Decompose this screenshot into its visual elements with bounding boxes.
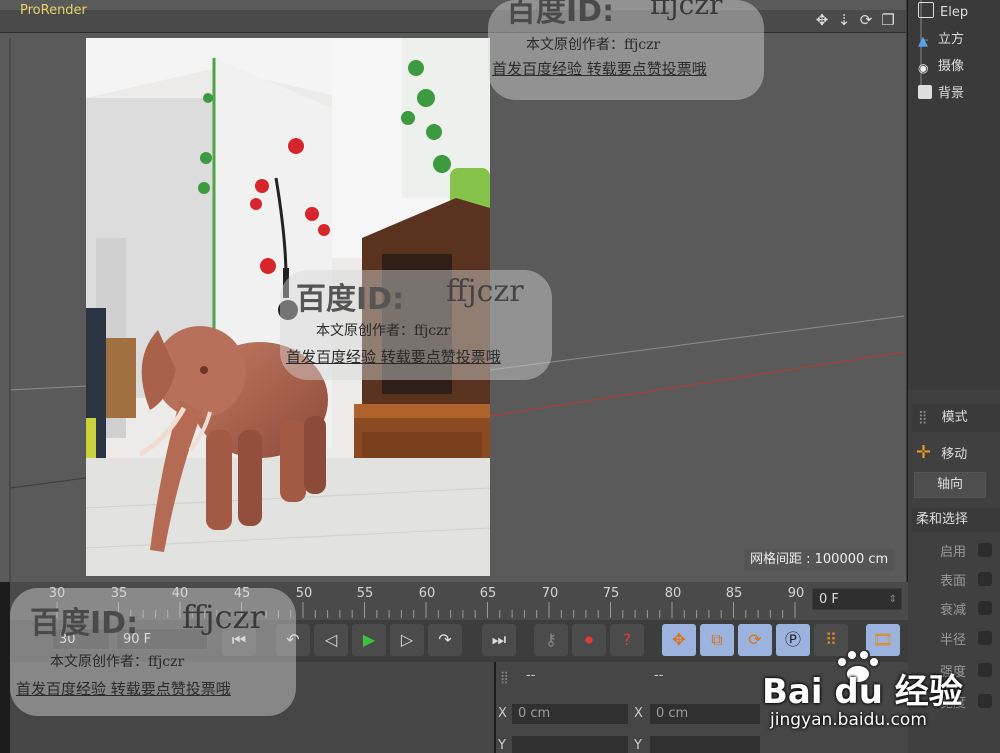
tick-label: 90: [787, 586, 805, 601]
move-tool-icon: ✛: [916, 442, 932, 463]
axis-tab-button[interactable]: 轴向: [914, 472, 986, 498]
coord-y-label: Y: [634, 738, 642, 753]
dots-grid-icon: ⠿: [825, 630, 837, 649]
go-to-end-button[interactable]: ⏭: [482, 624, 516, 656]
tick-label: 75: [602, 586, 620, 601]
move-tool-row[interactable]: ✛ 移动: [912, 440, 1000, 466]
watermark-notice: 首发百度经验 转载要点赞投票哦: [286, 348, 501, 366]
mode-menu[interactable]: 模式: [942, 410, 968, 425]
position-x-field[interactable]: 0 cm: [512, 704, 628, 724]
grid-spacing-label: 网格间距 : 100000 cm: [744, 549, 895, 571]
cube-icon: ▲: [918, 34, 928, 49]
next-key-icon: ↷: [438, 630, 452, 649]
prev-frame-button[interactable]: ◁: [314, 624, 348, 656]
prev-frame-icon: ◁: [324, 630, 338, 649]
attr-falloff-label: 衰减: [940, 603, 967, 618]
move-key-button[interactable]: ✥: [662, 624, 696, 656]
tick-label: 55: [356, 586, 374, 601]
baidu-url: jingyan.baidu.com: [770, 710, 927, 730]
next-frame-icon: ▷: [400, 630, 414, 649]
attr-falloff-field[interactable]: [978, 601, 992, 615]
key-icon: ⚷: [545, 630, 557, 649]
object-row[interactable]: ▲ 立方: [918, 30, 964, 50]
object-row[interactable]: 背景: [918, 84, 964, 104]
attr-radius-field[interactable]: [978, 631, 992, 645]
soft-selection-header[interactable]: 柔和选择: [912, 508, 1000, 532]
play-icon: ▶: [362, 630, 376, 649]
scale-key-button[interactable]: ⧉: [700, 624, 734, 656]
watermark-name: ffjczr: [446, 274, 524, 309]
attr-enable-checkbox[interactable]: [978, 543, 992, 557]
attr-enable-label: 启用: [940, 545, 967, 560]
current-frame-field[interactable]: 0 F ⇕: [812, 588, 902, 610]
tick-label: 80: [664, 586, 682, 601]
grip-icon: ⣿: [918, 410, 928, 425]
record-icon: ⏺: [584, 630, 593, 649]
baidu-brand-text: Bai du 经验: [762, 672, 963, 712]
attr-width-field[interactable]: [978, 694, 992, 708]
key-help-button[interactable]: ?: [610, 624, 644, 656]
baidu-logo: Bai du 经验 jingyan.baidu.com: [762, 650, 963, 740]
coord-x-label: X: [498, 706, 507, 721]
coord-x-label: X: [634, 706, 643, 721]
p-icon: Ⓟ: [784, 630, 801, 649]
watermark-id: 百度ID:: [30, 606, 139, 641]
attr-surface-checkbox[interactable]: [978, 572, 992, 586]
camera-icon: ◉: [918, 61, 929, 75]
question-icon: ?: [622, 630, 632, 649]
grip-icon: ⣿: [500, 670, 509, 684]
watermark-name: ffjczr: [182, 598, 265, 636]
attributes-header: ⣿ 模式: [912, 404, 1000, 432]
play-button[interactable]: ▶: [352, 624, 386, 656]
rotate-icon: ⟳: [748, 630, 762, 649]
next-key-button[interactable]: ↷: [428, 624, 462, 656]
watermark-author: 本文原创作者：ffjczr: [50, 654, 185, 670]
record-disabled-button[interactable]: ⚷: [534, 624, 568, 656]
coord-header-right: --: [654, 668, 664, 683]
background-icon: [918, 85, 932, 99]
skip-end-icon: ⏭: [491, 630, 507, 649]
watermark-author: 本文原创作者：ffjczr: [526, 37, 661, 53]
attr-strength-field[interactable]: [978, 663, 992, 677]
tick-label: 50: [295, 586, 313, 601]
tick-label: 65: [479, 586, 497, 601]
tick-label: 70: [541, 586, 559, 601]
object-icon: [918, 2, 934, 18]
attr-radius-label: 半径: [940, 633, 967, 648]
tick-label: 85: [725, 586, 743, 601]
scale-icon: ⧉: [711, 630, 723, 649]
autokey-button[interactable]: ⏺: [572, 624, 606, 656]
position-y-field[interactable]: [512, 736, 628, 753]
film-icon: 🎞: [872, 630, 894, 649]
stepper-icon[interactable]: ⇕: [889, 589, 897, 611]
object-row[interactable]: Elep: [918, 2, 968, 22]
next-frame-button[interactable]: ▷: [390, 624, 424, 656]
size-x-field[interactable]: 0 cm: [650, 704, 760, 724]
watermark-notice: 首发百度经验 转载要点赞投票哦: [16, 680, 231, 698]
attr-surface-label: 表面: [940, 574, 967, 589]
watermark-notice: 首发百度经验 转载要点赞投票哦: [492, 60, 707, 78]
object-row[interactable]: ◉ 摄像: [918, 57, 964, 77]
watermark-id: 百度ID:: [296, 282, 405, 317]
watermark-author: 本文原创作者：ffjczr: [316, 323, 451, 339]
move-arrows-icon: ✥: [672, 630, 686, 649]
tick-label: 60: [418, 586, 436, 601]
watermark-name: ffjczr: [650, 0, 723, 21]
size-y-field[interactable]: [650, 736, 760, 753]
coord-y-label: Y: [498, 738, 506, 753]
coord-header-left: --: [526, 668, 536, 683]
watermark-id: 百度ID:: [506, 0, 615, 29]
